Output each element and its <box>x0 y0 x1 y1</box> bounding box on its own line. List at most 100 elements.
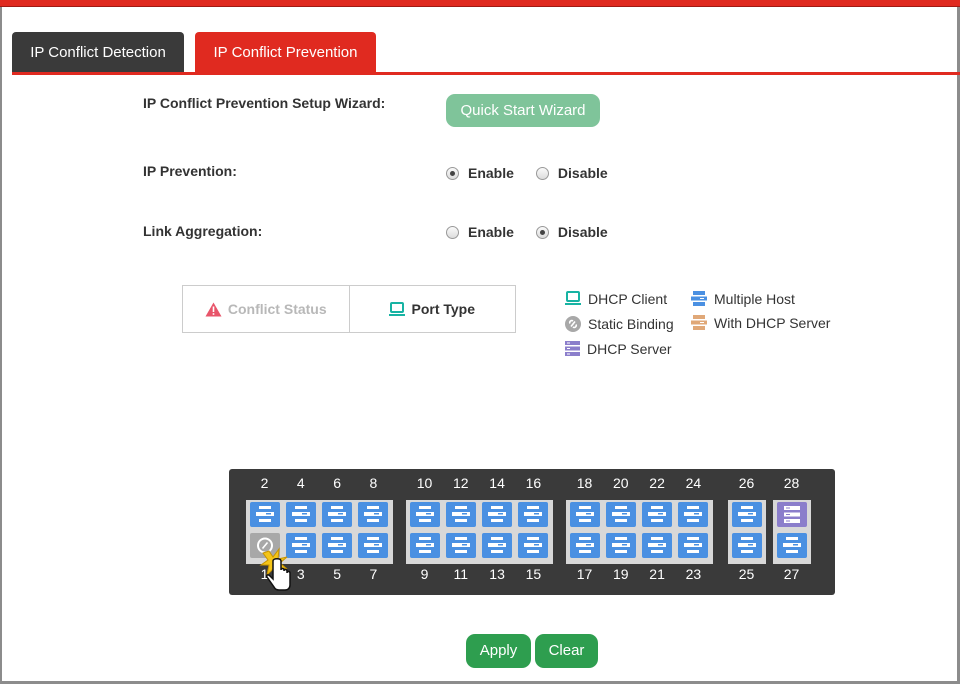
switch-port-6[interactable] <box>322 502 353 527</box>
tab-ip-conflict-detection[interactable]: IP Conflict Detection <box>12 32 184 73</box>
multiple-host-icon <box>648 537 667 553</box>
ip-prevention-disable-radio[interactable] <box>535 166 549 180</box>
link-aggregation-disable-radio[interactable] <box>535 225 549 239</box>
switch-port-13[interactable] <box>482 533 513 558</box>
port-number-20: 20 <box>613 475 629 491</box>
port-number-18: 18 <box>576 475 593 491</box>
switch-port-4[interactable] <box>285 502 316 527</box>
switch-port-10[interactable] <box>409 502 440 527</box>
legend-dhcp-server: DHCP Server <box>565 338 675 360</box>
tab-ip-conflict-prevention[interactable]: IP Conflict Prevention <box>195 32 376 73</box>
port-number-4: 4 <box>296 475 305 491</box>
port-number-1: 1 <box>260 566 269 582</box>
port-number-3: 3 <box>296 566 305 582</box>
multiple-host-icon <box>328 506 347 522</box>
link-aggregation-enable-option[interactable]: Enable <box>446 224 514 240</box>
port-number-28: 28 <box>783 475 800 491</box>
port-number-9: 9 <box>420 566 429 582</box>
switch-port-2[interactable] <box>249 502 280 527</box>
multiple-host-icon <box>611 537 630 553</box>
switch-port-23[interactable] <box>678 533 709 558</box>
legend-static-binding: Static Binding <box>565 313 675 335</box>
switch-port-21[interactable] <box>642 533 673 558</box>
port-number-7: 7 <box>369 566 378 582</box>
switch-port-12[interactable] <box>445 502 476 527</box>
switch-port-3[interactable] <box>285 533 316 558</box>
clear-button[interactable]: Clear <box>535 634 598 668</box>
link-aggregation-enable-radio[interactable] <box>446 225 459 239</box>
port-number-16: 16 <box>525 475 542 491</box>
ip-prevention-enable-option[interactable]: Enable <box>446 165 514 181</box>
multiple-host-icon <box>451 537 470 553</box>
ip-prevention-enable-radio[interactable] <box>446 166 459 180</box>
laptop-icon <box>389 301 406 316</box>
switch-port-7[interactable] <box>358 533 389 558</box>
port-number-12: 12 <box>453 475 469 491</box>
port-number-2: 2 <box>260 475 269 491</box>
port-number-13: 13 <box>489 566 505 582</box>
legend-dhcp-client-label: DHCP Client <box>588 291 668 307</box>
port-type-button[interactable]: Port Type <box>350 286 516 332</box>
setup-wizard-label: IP Conflict Prevention Setup Wizard: <box>143 95 386 111</box>
link-aggregation-enable-label: Enable <box>468 224 514 240</box>
switch-port-17[interactable] <box>569 533 600 558</box>
port-number-15: 15 <box>525 566 542 582</box>
ip-prevention-enable-label: Enable <box>468 165 514 181</box>
view-toggle: Conflict Status Port Type <box>182 285 516 333</box>
port-number-17: 17 <box>576 566 593 582</box>
ip-prevention-disable-option[interactable]: Disable <box>535 165 608 181</box>
legend-with-dhcp-server-label: With DHCP Server <box>714 315 831 331</box>
multiple-host-icon <box>291 537 310 553</box>
switch-port-8[interactable] <box>358 502 389 527</box>
multiple-host-icon <box>364 506 383 522</box>
port-number-24: 24 <box>685 475 702 491</box>
port-number-5: 5 <box>333 566 341 582</box>
link-aggregation-radio-group: Enable Disable <box>446 224 630 240</box>
link-aggregation-disable-option[interactable]: Disable <box>535 224 608 240</box>
switch-port-19[interactable] <box>605 533 636 558</box>
apply-button[interactable]: Apply <box>466 634 531 668</box>
multiple-host-icon <box>691 291 707 306</box>
switch-port-11[interactable] <box>445 533 476 558</box>
switch-port-15[interactable] <box>518 533 549 558</box>
multiple-host-icon <box>575 537 594 553</box>
multiple-host-icon <box>451 506 470 522</box>
link-aggregation-disable-label: Disable <box>557 224 608 240</box>
port-number-22: 22 <box>649 475 665 491</box>
switch-port-16[interactable] <box>518 502 549 527</box>
switch-port-18[interactable] <box>569 502 600 527</box>
port-number-25: 25 <box>738 566 755 582</box>
legend-column-2: Multiple Host With DHCP Server <box>691 288 851 334</box>
switch-port-20[interactable] <box>605 502 636 527</box>
switch-port-1[interactable] <box>249 533 280 558</box>
legend-static-binding-label: Static Binding <box>588 316 674 332</box>
switch-port-25[interactable] <box>731 533 762 558</box>
port-number-11: 11 <box>453 566 469 582</box>
legend-column-1: DHCP Client Static Binding DHCP Server <box>565 288 675 360</box>
port-number-27: 27 <box>783 566 800 582</box>
multiple-host-icon <box>575 506 594 522</box>
dhcp-server-host-icon <box>691 315 707 330</box>
switch-port-24[interactable] <box>678 502 709 527</box>
multiple-host-icon <box>328 537 347 553</box>
switch-port-14[interactable] <box>482 502 513 527</box>
switch-port-26[interactable] <box>731 502 762 527</box>
multiple-host-icon <box>415 506 434 522</box>
multiple-host-icon <box>684 537 703 553</box>
legend-dhcp-server-label: DHCP Server <box>587 341 672 357</box>
server-icon <box>783 506 800 523</box>
quick-start-wizard-button[interactable]: Quick Start Wizard <box>446 94 600 127</box>
multiple-host-icon <box>364 537 383 553</box>
multiple-host-icon <box>255 506 274 522</box>
conflict-status-button[interactable]: Conflict Status <box>183 286 350 332</box>
switch-port-9[interactable] <box>409 533 440 558</box>
switch-port-27[interactable] <box>776 533 807 558</box>
legend-dhcp-client: DHCP Client <box>565 288 675 310</box>
switch-port-5[interactable] <box>322 533 353 558</box>
switch-port-28[interactable] <box>776 502 807 527</box>
link-aggregation-label: Link Aggregation: <box>143 223 263 239</box>
switch-port-22[interactable] <box>642 502 673 527</box>
port-number-14: 14 <box>489 475 505 491</box>
top-accent-bar <box>0 0 960 7</box>
ip-prevention-label: IP Prevention: <box>143 163 237 179</box>
